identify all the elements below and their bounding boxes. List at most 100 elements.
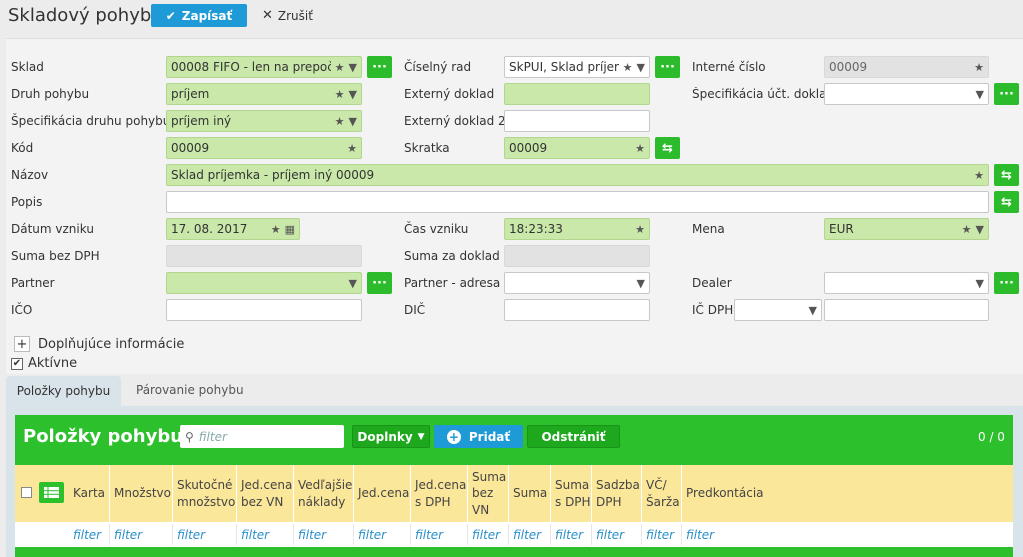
nazov-field[interactable]: Sklad príjemka - príjem iný 00009 ★ bbox=[166, 164, 989, 186]
column-filter[interactable]: filter bbox=[110, 524, 173, 545]
chevron-down-icon[interactable]: ▼ bbox=[976, 223, 984, 236]
skratka-translate-button[interactable]: ⇆ bbox=[655, 137, 680, 159]
column-header[interactable]: Sadzba DPH bbox=[592, 465, 642, 522]
column-filter[interactable]: filter bbox=[237, 524, 294, 545]
star-icon: ★ bbox=[974, 60, 984, 74]
star-icon[interactable]: ★ bbox=[635, 142, 645, 155]
partner-more-button[interactable]: ··· bbox=[367, 272, 392, 294]
column-header[interactable]: Jed.cena bez VN bbox=[237, 465, 294, 522]
column-header[interactable]: Množstvo bbox=[110, 465, 173, 522]
column-filter[interactable]: filter bbox=[411, 524, 468, 545]
sklad-select[interactable]: 00008 FIFO - len na prepočet ★ ▼ bbox=[166, 56, 362, 78]
column-filter[interactable]: filter bbox=[592, 524, 642, 545]
column-filter[interactable]: filter bbox=[468, 524, 509, 545]
column-filter[interactable]: filter bbox=[682, 524, 1013, 545]
save-button[interactable]: ✔ Zapísať bbox=[151, 4, 247, 27]
mena-select[interactable]: EUR ★ ▼ bbox=[824, 218, 989, 240]
datum-vzniku-field[interactable]: 17. 08. 2017 ★ ▦ bbox=[166, 218, 300, 240]
chevron-down-icon[interactable]: ▼ bbox=[349, 88, 357, 101]
column-filter[interactable]: filter bbox=[173, 524, 237, 545]
remove-label: Odstrániť bbox=[541, 429, 606, 444]
label-datum-vzniku: Dátum vzniku bbox=[11, 222, 94, 236]
star-icon[interactable]: ★ bbox=[335, 61, 345, 74]
dic-field[interactable] bbox=[504, 299, 650, 321]
column-filter[interactable]: filter bbox=[354, 524, 411, 545]
cas-vzniku-field[interactable]: 18:23:33 ★ bbox=[504, 218, 650, 240]
chevron-down-icon[interactable]: ▼ bbox=[349, 277, 357, 290]
close-icon: ✕ bbox=[262, 8, 273, 23]
partner-select[interactable]: ▼ bbox=[166, 272, 362, 294]
tab-polozky-pohybu[interactable]: Položky pohybu bbox=[6, 376, 121, 406]
chevron-down-icon[interactable]: ▼ bbox=[349, 61, 357, 74]
checkbox-icon[interactable]: ✔ bbox=[11, 357, 23, 370]
column-header[interactable]: Predkontácia bbox=[682, 465, 1013, 522]
column-header[interactable]: Jed.cena bbox=[354, 465, 411, 522]
column-header[interactable]: VČ/ Šarža bbox=[642, 465, 682, 522]
plus-icon[interactable]: + bbox=[14, 336, 30, 352]
skratka-field[interactable]: 00009 ★ bbox=[504, 137, 650, 159]
column-header[interactable]: Vedľajšie náklady bbox=[294, 465, 354, 522]
dealer-more-button[interactable]: ··· bbox=[994, 272, 1019, 294]
column-header[interactable]: Suma bbox=[509, 465, 551, 522]
specifikacia-uct-select[interactable]: ▼ bbox=[824, 83, 989, 105]
label-popis: Popis bbox=[11, 195, 43, 209]
sklad-more-button[interactable]: ··· bbox=[367, 56, 392, 78]
chevron-down-icon[interactable]: ▼ bbox=[349, 115, 357, 128]
tab-parovanie-pohybu[interactable]: Párovanie pohybu bbox=[136, 383, 244, 397]
calendar-icon[interactable]: ▦ bbox=[285, 223, 295, 236]
column-filter[interactable]: filter bbox=[551, 524, 592, 545]
kod-field[interactable]: 00009 ★ bbox=[166, 137, 362, 159]
star-icon[interactable]: ★ bbox=[347, 142, 357, 155]
aktivne-checkbox[interactable]: ✔ Aktívne bbox=[11, 356, 77, 371]
nazov-translate-button[interactable]: ⇆ bbox=[994, 164, 1019, 186]
label-ciselny-rad: Číselný rad bbox=[404, 60, 472, 74]
star-icon[interactable]: ★ bbox=[962, 223, 972, 236]
cancel-button[interactable]: ✕ Zrušiť bbox=[262, 8, 313, 23]
grid-search-input[interactable]: ⚲ filter bbox=[180, 425, 344, 448]
column-header[interactable]: Karta bbox=[69, 465, 110, 522]
column-filter[interactable]: filter bbox=[294, 524, 354, 545]
column-header[interactable]: Jed.cena s DPH bbox=[411, 465, 468, 522]
specifikacia-druhu-select[interactable]: príjem iný ★ ▼ bbox=[166, 110, 362, 132]
dealer-select[interactable]: ▼ bbox=[824, 272, 989, 294]
popis-translate-button[interactable]: ⇆ bbox=[994, 191, 1019, 213]
druh-pohybu-select[interactable]: príjem ★ ▼ bbox=[166, 83, 362, 105]
ciselny-rad-more-button[interactable]: ··· bbox=[655, 56, 680, 78]
column-header[interactable]: Skutočné množstvo bbox=[173, 465, 237, 522]
add-item-button[interactable]: + Pridať bbox=[434, 425, 523, 448]
suma-bez-dph-field bbox=[166, 245, 362, 267]
table-layout-icon[interactable] bbox=[39, 482, 64, 503]
star-icon[interactable]: ★ bbox=[623, 61, 633, 74]
chevron-down-icon[interactable]: ▼ bbox=[809, 304, 817, 317]
column-filter[interactable]: filter bbox=[69, 524, 110, 545]
doplnujuce-label: Doplňujúce informácie bbox=[38, 336, 185, 352]
specifikacia-uct-more-button[interactable]: ··· bbox=[994, 83, 1019, 105]
column-filter[interactable]: filter bbox=[642, 524, 682, 545]
ciselny-rad-select[interactable]: SkPUI, Sklad príjemka★▼ bbox=[504, 56, 650, 78]
star-icon[interactable]: ★ bbox=[335, 88, 345, 101]
doplnky-dropdown[interactable]: Doplnky ▼ bbox=[352, 425, 430, 448]
column-header[interactable]: Suma s DPH bbox=[551, 465, 592, 522]
star-icon[interactable]: ★ bbox=[635, 223, 645, 236]
chevron-down-icon[interactable]: ▼ bbox=[976, 88, 984, 101]
chevron-down-icon[interactable]: ▼ bbox=[976, 277, 984, 290]
add-label: Pridať bbox=[468, 429, 511, 444]
column-header[interactable]: Suma bez VN bbox=[468, 465, 509, 522]
popis-field[interactable] bbox=[166, 191, 989, 213]
star-icon[interactable]: ★ bbox=[271, 223, 281, 236]
ic-dph-field[interactable] bbox=[824, 299, 989, 321]
ic-dph-prefix-select[interactable]: ▼ bbox=[734, 299, 822, 321]
star-icon[interactable]: ★ bbox=[974, 169, 984, 182]
ico-field[interactable] bbox=[166, 299, 362, 321]
externy-doklad-2-field[interactable] bbox=[504, 110, 650, 132]
chevron-down-icon[interactable]: ▼ bbox=[637, 277, 645, 290]
chevron-down-icon[interactable]: ▼ bbox=[637, 61, 645, 74]
label-ic-dph: IČ DPH bbox=[692, 303, 734, 317]
externy-doklad-field[interactable] bbox=[504, 83, 650, 105]
select-all-checkbox[interactable] bbox=[21, 487, 32, 498]
star-icon[interactable]: ★ bbox=[335, 115, 345, 128]
column-filter[interactable]: filter bbox=[509, 524, 551, 545]
partner-adresa-select[interactable]: ▼ bbox=[504, 272, 650, 294]
doplnujuce-expander[interactable]: + Doplňujúce informácie bbox=[14, 336, 184, 352]
remove-item-button[interactable]: Odstrániť bbox=[527, 425, 620, 448]
